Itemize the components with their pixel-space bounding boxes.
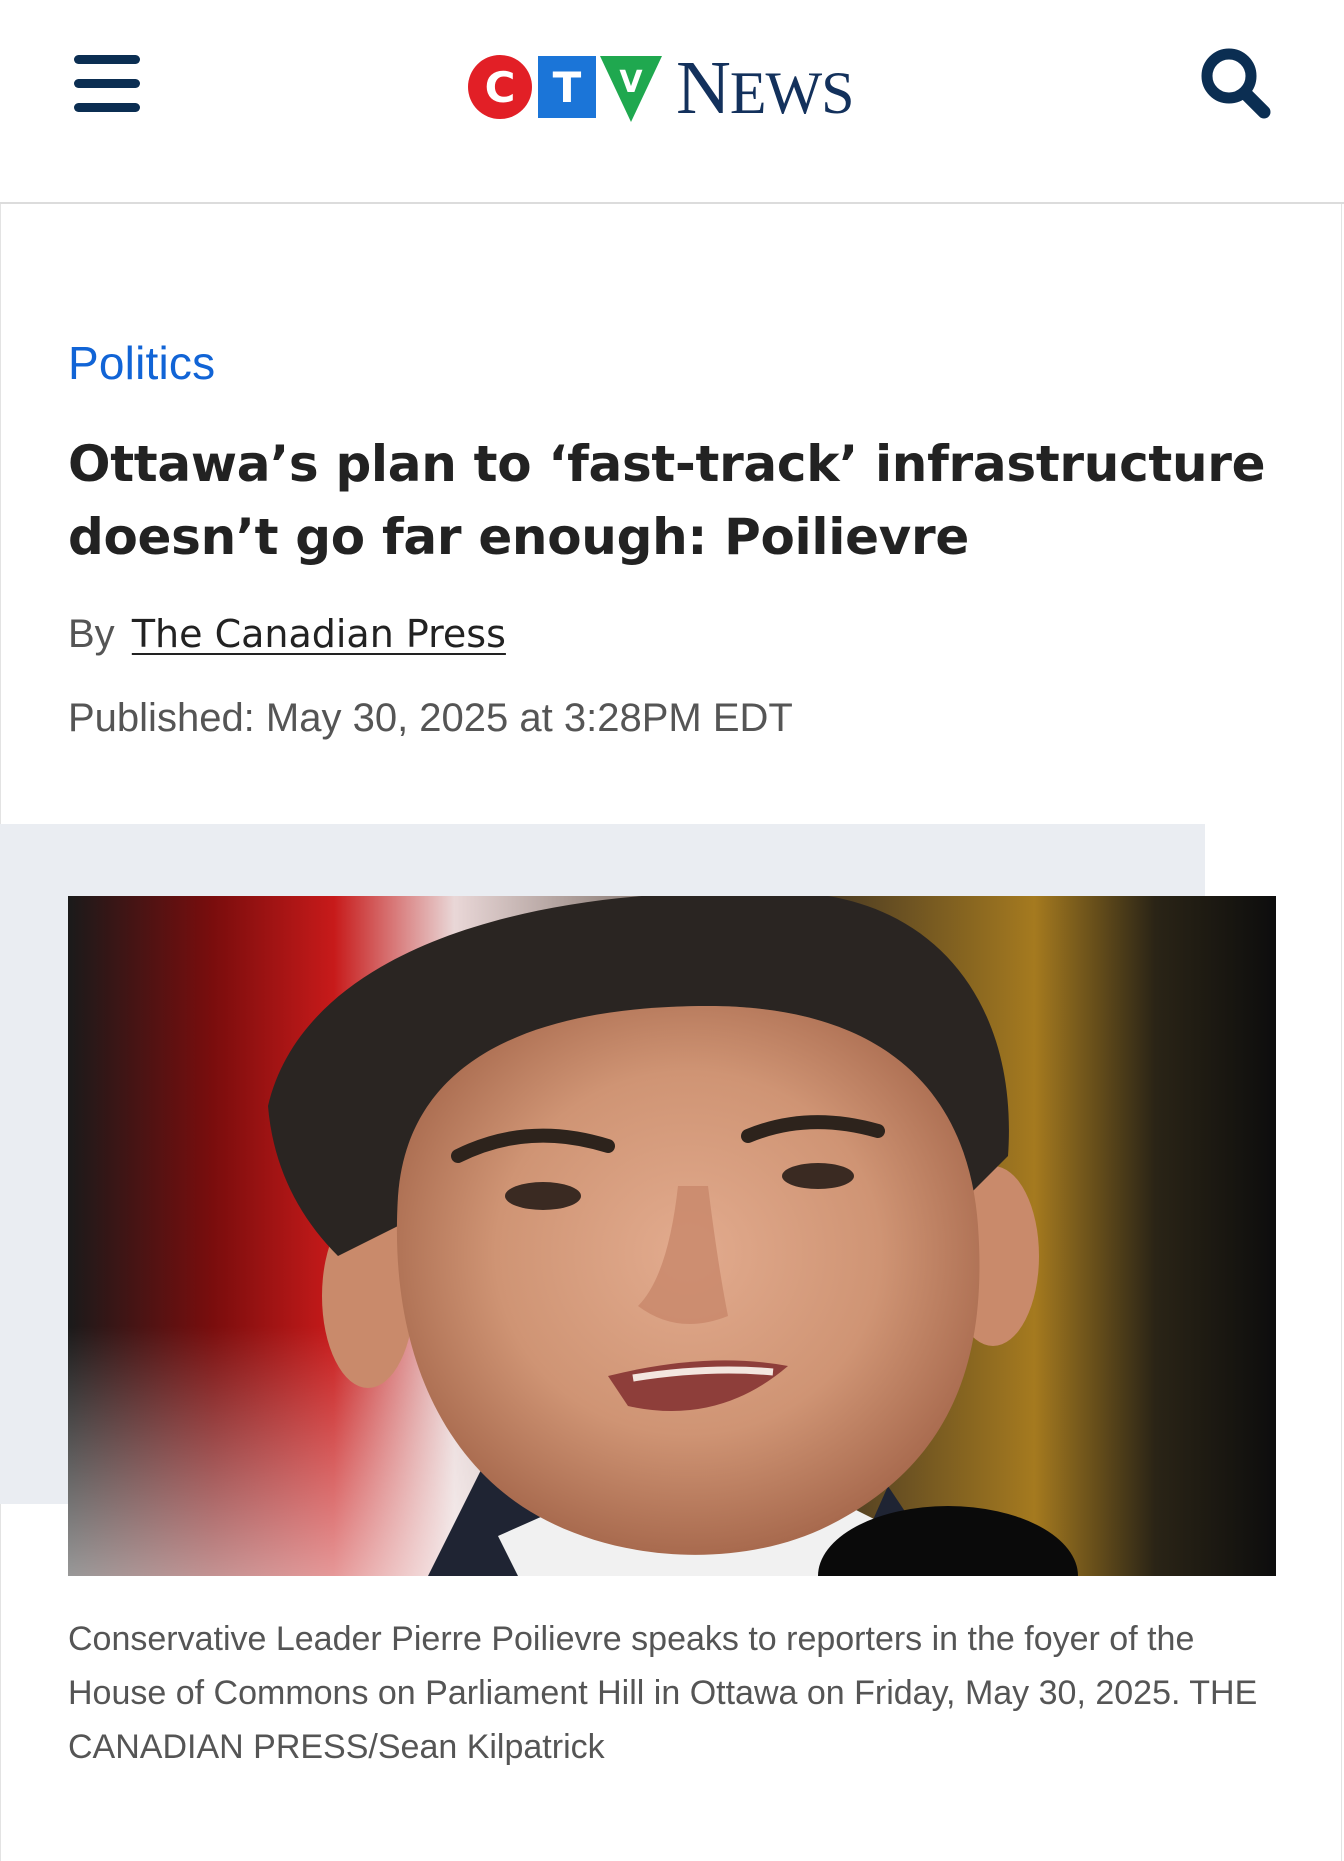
article-headline: Ottawa’s plan to ‘fast-track’ infrastruc… [68, 435, 1266, 566]
byline: By The Canadian Press [68, 612, 506, 657]
published-date: Published: May 30, 2025 at 3:28PM EDT [68, 696, 793, 740]
byline-prefix: By [68, 612, 115, 656]
article-photo-illustration [68, 896, 1276, 1576]
photo-caption: Conservative Leader Pierre Poilievre spe… [68, 1620, 1258, 1766]
logo-wordmark: NEWS [676, 46, 855, 130]
ctv-news-logo[interactable]: C T V NEWS [468, 46, 855, 130]
section-link-politics[interactable]: Politics [68, 336, 215, 390]
logo-letter-v: V [619, 65, 643, 100]
logo-letter-c: C [485, 63, 516, 112]
author-link[interactable]: The Canadian Press [132, 612, 506, 656]
hamburger-menu-icon[interactable] [74, 55, 140, 113]
ctv-logo-mark: C T V [468, 55, 662, 122]
search-icon[interactable] [1196, 44, 1276, 124]
logo-letter-t: T [553, 63, 582, 112]
site-header: C T V NEWS [0, 0, 1344, 204]
article-photo[interactable] [68, 896, 1276, 1576]
